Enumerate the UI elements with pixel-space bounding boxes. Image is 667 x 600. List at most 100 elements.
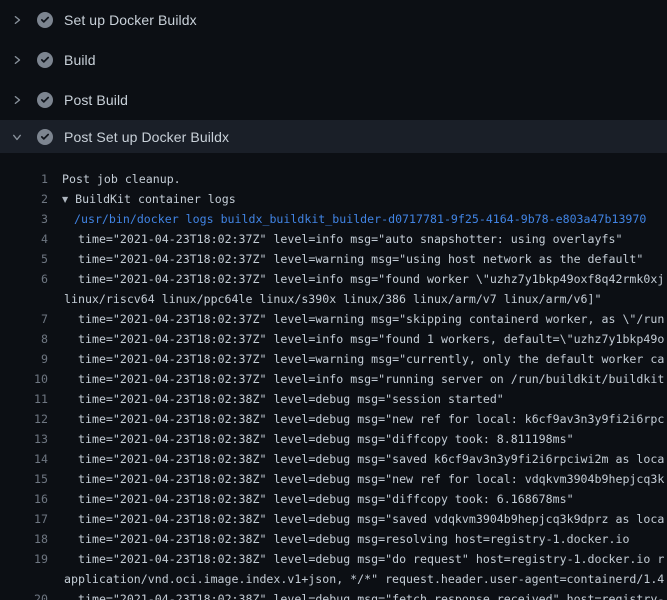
log-line-body: time="2021-04-23T18:02:37Z" level=warnin… — [78, 352, 664, 366]
log-line-number[interactable]: 8 — [0, 329, 48, 349]
log-line-body: time="2021-04-23T18:02:38Z" level=debug … — [78, 492, 574, 506]
log-line: 11 time="2021-04-23T18:02:38Z" level=deb… — [0, 389, 667, 409]
log-line-text: time="2021-04-23T18:02:38Z" level=debug … — [78, 529, 629, 549]
chevron-right-icon — [12, 94, 22, 106]
log-line-body: time="2021-04-23T18:02:38Z" level=debug … — [78, 512, 664, 526]
log-line-number[interactable]: 6 — [0, 269, 48, 289]
log-line-body: time="2021-04-23T18:02:38Z" level=debug … — [78, 532, 629, 546]
log-line-body: time="2021-04-23T18:02:37Z" level=info m… — [78, 372, 664, 386]
log-line-body: Post job cleanup. — [62, 172, 181, 186]
log-line-body: time="2021-04-23T18:02:38Z" level=debug … — [78, 452, 664, 466]
check-circle-icon — [37, 52, 53, 68]
log-line-text: time="2021-04-23T18:02:38Z" level=debug … — [78, 409, 664, 429]
log-line: 4 time="2021-04-23T18:02:37Z" level=info… — [0, 229, 667, 249]
log-line-text: time="2021-04-23T18:02:37Z" level=info m… — [78, 269, 664, 289]
log-line-text: time="2021-04-23T18:02:38Z" level=debug … — [78, 449, 664, 469]
log-line-number[interactable]: 12 — [0, 409, 48, 429]
log-line-text: time="2021-04-23T18:02:38Z" level=debug … — [78, 389, 504, 409]
log-line-text: time="2021-04-23T18:02:38Z" level=debug … — [78, 469, 664, 489]
log-line-text: time="2021-04-23T18:02:37Z" level=warnin… — [78, 309, 664, 329]
log-line-number[interactable]: 4 — [0, 229, 48, 249]
log-line: 20 time="2021-04-23T18:02:38Z" level=deb… — [0, 589, 667, 600]
log-line-body: time="2021-04-23T18:02:38Z" level=debug … — [78, 472, 664, 486]
log-line: 6 time="2021-04-23T18:02:37Z" level=info… — [0, 269, 667, 289]
log-line-number[interactable]: 7 — [0, 309, 48, 329]
log-line-body: linux/riscv64 linux/ppc64le linux/s390x … — [64, 292, 601, 306]
log-line-body: time="2021-04-23T18:02:37Z" level=info m… — [78, 332, 664, 346]
log-group-toggle-icon[interactable]: ▼ — [62, 190, 68, 210]
log-line-number[interactable]: 5 — [0, 249, 48, 269]
log-line: 15 time="2021-04-23T18:02:38Z" level=deb… — [0, 469, 667, 489]
log-line: 12 time="2021-04-23T18:02:38Z" level=deb… — [0, 409, 667, 429]
log-line-text: linux/riscv64 linux/ppc64le linux/s390x … — [64, 289, 601, 309]
log-line-number[interactable] — [0, 289, 48, 309]
log-line: 7 time="2021-04-23T18:02:37Z" level=warn… — [0, 309, 667, 329]
log-line-number[interactable]: 10 — [0, 369, 48, 389]
step-row[interactable]: Post Build — [0, 80, 667, 120]
log-line-body: time="2021-04-23T18:02:38Z" level=debug … — [78, 432, 574, 446]
step-title: Post Set up Docker Buildx — [64, 129, 229, 145]
log-line-body: time="2021-04-23T18:02:37Z" level=warnin… — [78, 312, 664, 326]
log-line-text: application/vnd.oci.image.index.v1+json,… — [64, 569, 664, 589]
log-line: 9 time="2021-04-23T18:02:37Z" level=warn… — [0, 349, 667, 369]
log-line-text: time="2021-04-23T18:02:38Z" level=debug … — [78, 509, 664, 529]
log-line-body: time="2021-04-23T18:02:38Z" level=debug … — [78, 392, 504, 406]
step-title: Post Build — [64, 92, 128, 108]
log-line-text: time="2021-04-23T18:02:37Z" level=info m… — [78, 329, 664, 349]
check-circle-icon — [37, 12, 53, 28]
log-line: linux/riscv64 linux/ppc64le linux/s390x … — [0, 289, 667, 309]
log-line-body: time="2021-04-23T18:02:38Z" level=debug … — [78, 412, 664, 426]
log-line-body: time="2021-04-23T18:02:37Z" level=warnin… — [78, 252, 643, 266]
log-line-number[interactable]: 15 — [0, 469, 48, 489]
step-row[interactable]: Post Set up Docker Buildx — [0, 120, 667, 153]
log-line: 13 time="2021-04-23T18:02:38Z" level=deb… — [0, 429, 667, 449]
log-line-body: time="2021-04-23T18:02:38Z" level=debug … — [78, 592, 664, 600]
check-circle-icon — [37, 129, 53, 145]
log-line: 3 /usr/bin/docker logs buildx_buildkit_b… — [0, 209, 667, 229]
log-line-number[interactable]: 1 — [0, 169, 48, 189]
log-line: 8 time="2021-04-23T18:02:37Z" level=info… — [0, 329, 667, 349]
log-line-text: time="2021-04-23T18:02:38Z" level=debug … — [78, 549, 664, 569]
log-line-text: time="2021-04-23T18:02:37Z" level=warnin… — [78, 349, 664, 369]
log-line-text: /usr/bin/docker logs buildx_buildkit_bui… — [74, 209, 646, 229]
log-line-number[interactable]: 19 — [0, 549, 48, 569]
log-line-text: time="2021-04-23T18:02:38Z" level=debug … — [78, 429, 574, 449]
log-line: 1 Post job cleanup. — [0, 169, 667, 189]
log-line-number[interactable]: 3 — [0, 209, 48, 229]
log-line: 14 time="2021-04-23T18:02:38Z" level=deb… — [0, 449, 667, 469]
chevron-right-icon — [12, 54, 22, 66]
log-line-body: /usr/bin/docker logs buildx_buildkit_bui… — [74, 212, 646, 226]
log-line-body: time="2021-04-23T18:02:37Z" level=info m… — [78, 272, 664, 286]
log-line-number[interactable]: 18 — [0, 529, 48, 549]
log-line: 5 time="2021-04-23T18:02:37Z" level=warn… — [0, 249, 667, 269]
step-title: Set up Docker Buildx — [64, 12, 197, 28]
step-row[interactable]: Set up Docker Buildx — [0, 0, 667, 40]
log-line-text: ▼ BuildKit container logs — [62, 189, 236, 209]
log-line: 17 time="2021-04-23T18:02:38Z" level=deb… — [0, 509, 667, 529]
log-line: 10 time="2021-04-23T18:02:37Z" level=inf… — [0, 369, 667, 389]
log-line-number[interactable]: 2 — [0, 189, 48, 209]
log-line-number[interactable]: 14 — [0, 449, 48, 469]
log-line-number[interactable]: 16 — [0, 489, 48, 509]
log-line: 16 time="2021-04-23T18:02:38Z" level=deb… — [0, 489, 667, 509]
step-row[interactable]: Build — [0, 40, 667, 80]
log-line-body: application/vnd.oci.image.index.v1+json,… — [64, 572, 664, 586]
log-line-number[interactable] — [0, 569, 48, 589]
log-output: 1 Post job cleanup. 2 ▼ BuildKit containe… — [0, 153, 667, 600]
log-line-number[interactable]: 9 — [0, 349, 48, 369]
log-line-body: BuildKit container logs — [75, 192, 236, 206]
log-line-number[interactable]: 20 — [0, 589, 48, 600]
log-line-text: time="2021-04-23T18:02:38Z" level=debug … — [78, 589, 664, 600]
chevron-right-icon — [12, 14, 22, 26]
chevron-down-icon — [12, 131, 22, 143]
log-line-text: time="2021-04-23T18:02:38Z" level=debug … — [78, 489, 574, 509]
log-line-number[interactable]: 17 — [0, 509, 48, 529]
check-circle-icon — [37, 92, 53, 108]
log-line-text: time="2021-04-23T18:02:37Z" level=warnin… — [78, 249, 643, 269]
log-line: 2 ▼ BuildKit container logs — [0, 189, 667, 209]
log-line-number[interactable]: 13 — [0, 429, 48, 449]
step-list: Set up Docker Buildx Build Post Build — [0, 0, 667, 153]
log-line-number[interactable]: 11 — [0, 389, 48, 409]
log-line-body: time="2021-04-23T18:02:38Z" level=debug … — [78, 552, 664, 566]
log-line-body: time="2021-04-23T18:02:37Z" level=info m… — [78, 232, 622, 246]
